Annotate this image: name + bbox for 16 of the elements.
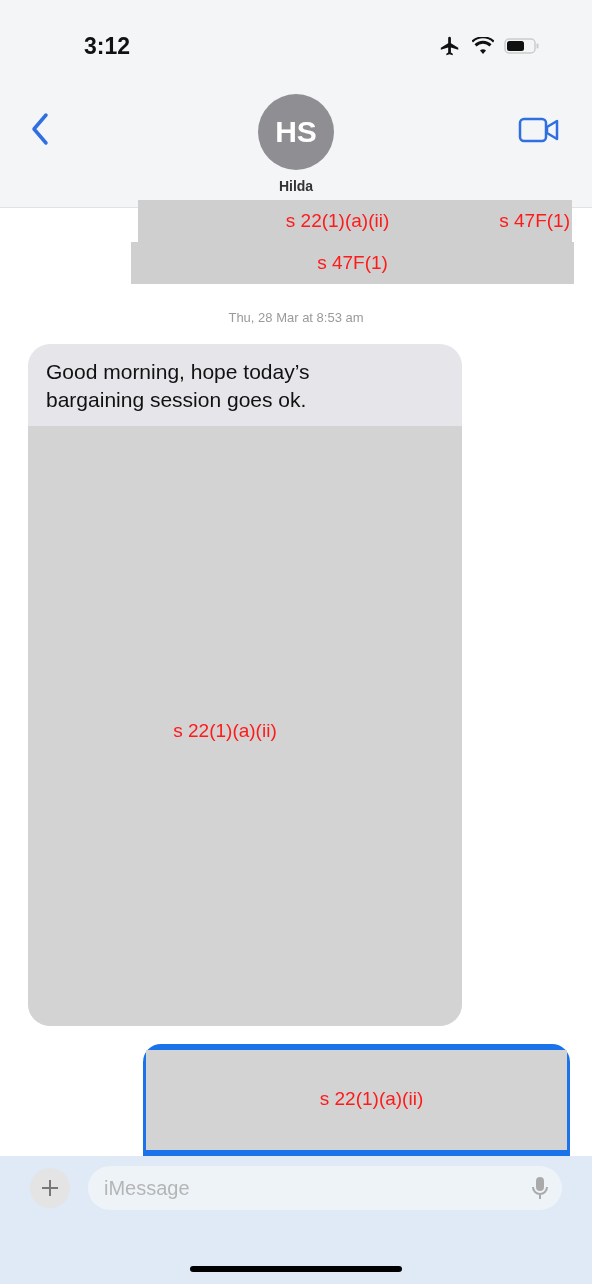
add-button[interactable] — [30, 1168, 70, 1208]
plus-icon — [41, 1179, 59, 1197]
redaction-label: s 22(1)(a)(ii) — [285, 208, 390, 233]
message-input-field[interactable]: iMessage — [88, 1166, 562, 1210]
redaction-label: s 47F(1) — [317, 250, 388, 275]
video-camera-icon[interactable] — [518, 116, 560, 143]
redaction-label: s 47F(1) — [499, 208, 570, 233]
message-timestamp: Thu, 28 Mar at 8:53 am — [228, 309, 364, 327]
redaction-label: s 22(1)(a)(ii) — [173, 719, 277, 744]
contact-name[interactable]: Hilda — [278, 175, 314, 197]
battery-icon — [504, 36, 540, 55]
status-time: 3:12 — [84, 31, 131, 61]
message-text: Good morning, hope today’s bargaining session goes ok. — [45, 358, 311, 413]
redaction-label: s 22(1)(a)(ii) — [319, 1087, 424, 1112]
back-chevron-icon[interactable] — [30, 111, 50, 146]
wifi-icon — [472, 36, 494, 55]
